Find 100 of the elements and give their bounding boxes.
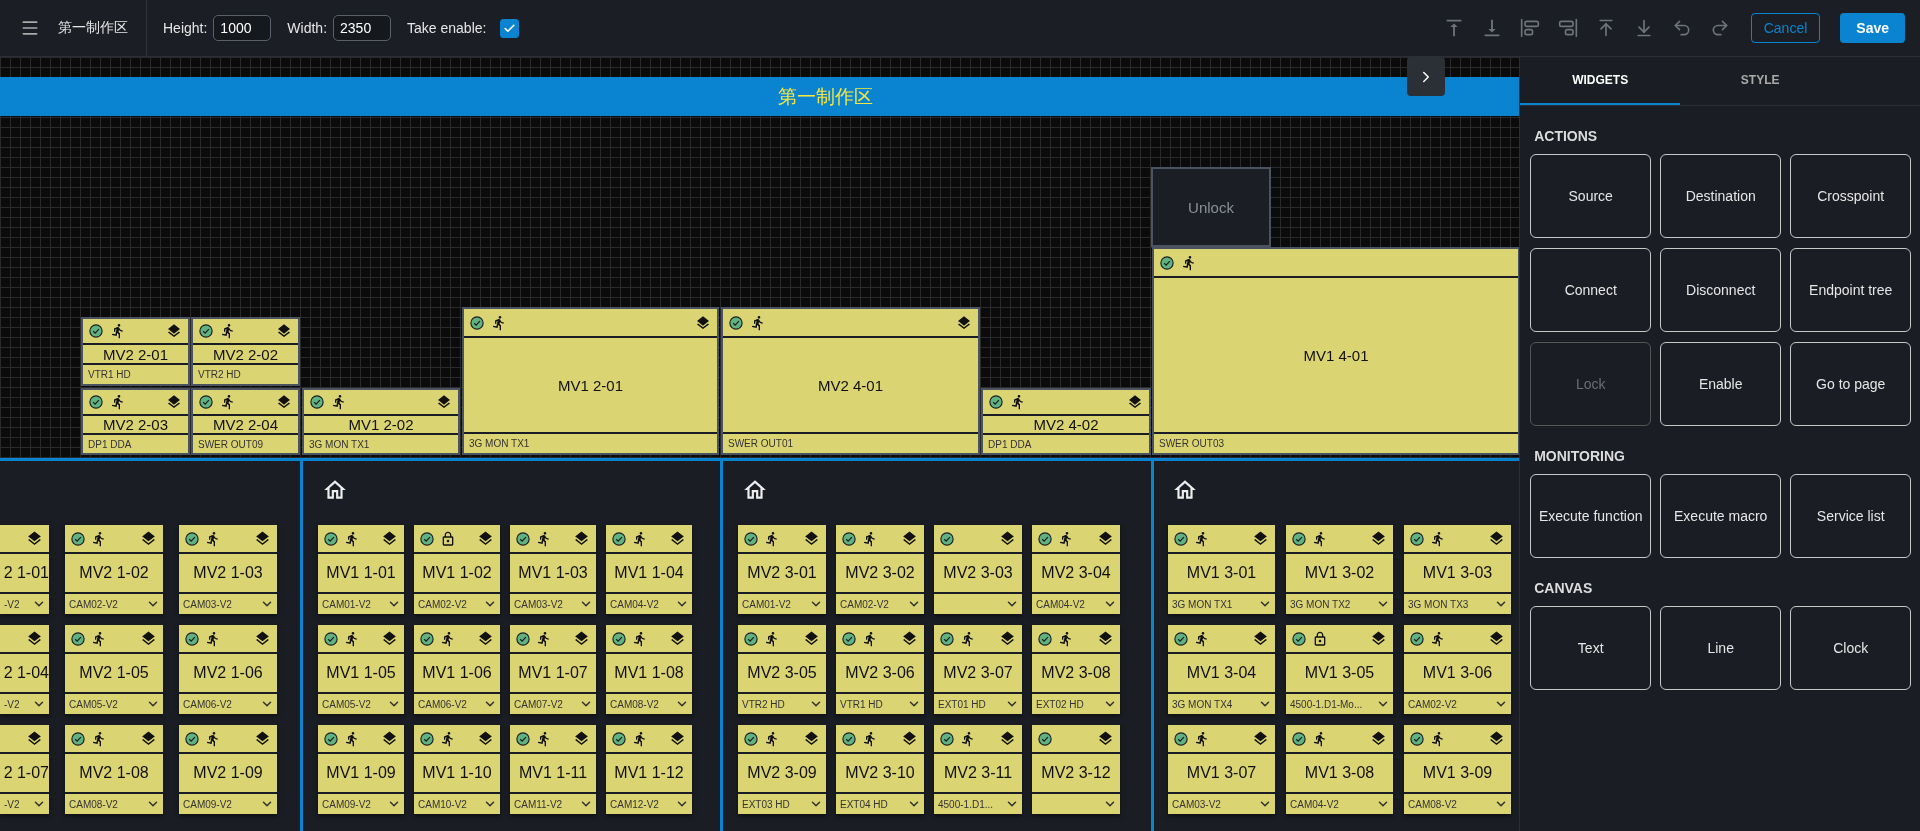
widget-card[interactable]: MV1 2-01 3G MON TX1 [462, 307, 719, 455]
widget-name: MV2 2-03 [102, 416, 168, 433]
tile-card[interactable]: MV1 1-09 CAM09-V2 [318, 725, 404, 814]
tile-card[interactable]: MV2 1-02 CAM02-V2 [65, 525, 163, 614]
widget-button[interactable]: Disconnect [1660, 248, 1782, 332]
tile-card[interactable]: MV2 3-07 EXT01 HD [934, 625, 1022, 714]
tile-card[interactable]: MV1 1-07 CAM07-V2 [510, 625, 596, 714]
widget-card[interactable]: MV1 2-02 3G MON TX1 [302, 388, 460, 455]
widget-button[interactable]: Destination [1660, 154, 1782, 238]
check-circle-icon [744, 531, 758, 546]
tile-card[interactable]: MV2 3-05 VTR2 HD [738, 625, 826, 714]
widget-button[interactable]: Connect [1530, 248, 1652, 332]
tile-card[interactable]: MV2 3-04 CAM04-V2 [1032, 525, 1120, 614]
tile-card[interactable]: MV1 1-02 CAM02-V2 [414, 525, 500, 614]
tile-card[interactable]: MV1 3-01 3G MON TX1 [1168, 525, 1275, 614]
source-label: 3G MON TX4 [1172, 698, 1233, 710]
tile-name: MV1 1-02 [422, 564, 492, 582]
tile-name: MV1 1-01 [326, 564, 396, 582]
widget-card[interactable]: MV2 4-01 SWER OUT01 [721, 307, 980, 455]
tile-card[interactable]: MV2 1-03 CAM03-V2 [179, 525, 277, 614]
height-input[interactable]: 1000 [213, 15, 272, 41]
widget-button[interactable]: Execute macro [1660, 474, 1782, 558]
widget-card[interactable]: MV2 2-04 SWER OUT09 [191, 388, 300, 455]
tile-name: MV1 3-09 [1422, 764, 1493, 782]
tile-card[interactable]: MV1 1-08 CAM08-V2 [606, 625, 692, 714]
check-circle-icon [420, 631, 434, 646]
layers-icon [901, 630, 918, 647]
check-circle-icon [612, 531, 626, 546]
tile-name: 2 1-04 [3, 664, 49, 682]
widget-name: MV1 2-01 [557, 376, 623, 394]
check-circle-icon [940, 731, 954, 746]
checkbox[interactable] [500, 18, 520, 38]
widget-card[interactable]: MV2 2-01 VTR1 HD [81, 317, 190, 386]
tile-card[interactable]: MV2 3-09 EXT03 HD [738, 725, 826, 814]
tile-card[interactable]: MV1 1-10 CAM10-V2 [414, 725, 500, 814]
widget-button[interactable]: Enable [1660, 342, 1782, 426]
source-label: DP1 DDA [88, 439, 132, 450]
widget-button[interactable]: Line [1660, 606, 1782, 690]
widget-button[interactable]: Source [1530, 154, 1652, 238]
widget-card[interactable]: MV2 2-03 DP1 DDA [81, 388, 190, 455]
save-button[interactable]: Save [1840, 13, 1905, 43]
tile-card[interactable]: MV2 1-06 CAM06-V2 [179, 625, 277, 714]
widget-button[interactable]: Clock [1790, 606, 1912, 690]
widget-button[interactable]: Service list [1790, 474, 1912, 558]
check-circle-icon [185, 731, 199, 746]
tile-card[interactable]: MV1 3-04 3G MON TX4 [1168, 625, 1275, 714]
tile-card[interactable]: MV1 1-05 CAM05-V2 [318, 625, 404, 714]
tile-card[interactable]: MV1 3-08 CAM04-V2 [1286, 725, 1393, 814]
tile-card[interactable]: MV1 3-06 CAM02-V2 [1404, 625, 1511, 714]
check-circle-icon [744, 731, 758, 746]
tile-card[interactable]: MV2 3-10 EXT04 HD [836, 725, 924, 814]
widget-button[interactable]: Go to page [1790, 342, 1912, 426]
layers-icon [999, 530, 1016, 547]
tile-name: MV2 1-02 [79, 564, 149, 582]
tile-card[interactable]: MV2 3-12 [1032, 725, 1120, 814]
tile-card[interactable]: MV1 1-11 CAM11-V2 [510, 725, 596, 814]
tile-card[interactable]: MV2 3-01 CAM01-V2 [738, 525, 826, 614]
widget-card[interactable]: MV2 2-02 VTR2 HD [191, 317, 300, 386]
tile-card[interactable]: MV1 1-01 CAM01-V2 [318, 525, 404, 614]
tile-card[interactable]: MV1 1-06 CAM06-V2 [414, 625, 500, 714]
tile-card[interactable]: MV2 1-05 CAM05-V2 [65, 625, 163, 714]
tile-card[interactable]: MV1 1-03 CAM03-V2 [510, 525, 596, 614]
tile-card[interactable]: 2 1-04 -V2 [0, 625, 49, 714]
widget-card[interactable]: MV2 4-02 DP1 DDA [981, 388, 1151, 455]
tile-name: MV2 3-01 [747, 564, 817, 582]
tile-card[interactable]: MV2 3-03 [934, 525, 1022, 614]
tab[interactable]: WIDGETS [1520, 57, 1681, 105]
tile-card[interactable]: MV1 3-09 CAM08-V2 [1404, 725, 1511, 814]
tile-card[interactable]: MV2 1-08 CAM08-V2 [65, 725, 163, 814]
width-input[interactable]: 2350 [333, 15, 392, 41]
layers-icon [803, 730, 820, 747]
tile-card[interactable]: MV1 3-03 3G MON TX3 [1404, 525, 1511, 614]
tile-card[interactable]: MV1 3-05 4500-1.D1-Mo... [1286, 625, 1393, 714]
widget-button[interactable]: Text [1530, 606, 1652, 690]
tile-card[interactable]: MV2 3-06 VTR1 HD [836, 625, 924, 714]
tile-card[interactable]: 2 1-01 -V2 [0, 525, 49, 614]
source-label: CAM08-V2 [1408, 798, 1457, 810]
widget-button[interactable]: Crosspoint [1790, 154, 1912, 238]
widget-name: MV2 2-01 [102, 345, 168, 363]
tile-card[interactable]: MV2 3-11 4500-1.D1... [934, 725, 1022, 814]
tile-card[interactable]: MV1 1-04 CAM04-V2 [606, 525, 692, 614]
unlock-button[interactable]: Unlock [1151, 167, 1271, 247]
align-left-icon[interactable] [1518, 17, 1541, 39]
widget-button[interactable]: Execute function [1530, 474, 1652, 558]
tile-name: MV1 1-03 [518, 564, 588, 582]
cancel-button[interactable]: Cancel [1750, 13, 1821, 43]
tile-card[interactable]: MV2 1-09 CAM09-V2 [179, 725, 277, 814]
layers-icon [1097, 730, 1114, 747]
menu-icon[interactable] [20, 18, 40, 38]
tile-card[interactable]: MV1 1-12 CAM12-V2 [606, 725, 692, 814]
tile-card[interactable]: MV2 3-08 EXT02 HD [1032, 625, 1120, 714]
tile-card[interactable]: 2 1-07 -V2 [0, 725, 49, 814]
tile-card[interactable]: MV2 3-02 CAM02-V2 [836, 525, 924, 614]
layers-icon [901, 730, 918, 747]
align-right-icon[interactable] [1556, 17, 1579, 39]
widget-card[interactable]: MV1 4-01 SWER OUT03 [1152, 247, 1520, 455]
tab[interactable]: STYLE [1680, 57, 1841, 105]
tile-card[interactable]: MV1 3-07 CAM03-V2 [1168, 725, 1275, 814]
tile-card[interactable]: MV1 3-02 3G MON TX2 [1286, 525, 1393, 614]
widget-button[interactable]: Endpoint tree [1790, 248, 1912, 332]
